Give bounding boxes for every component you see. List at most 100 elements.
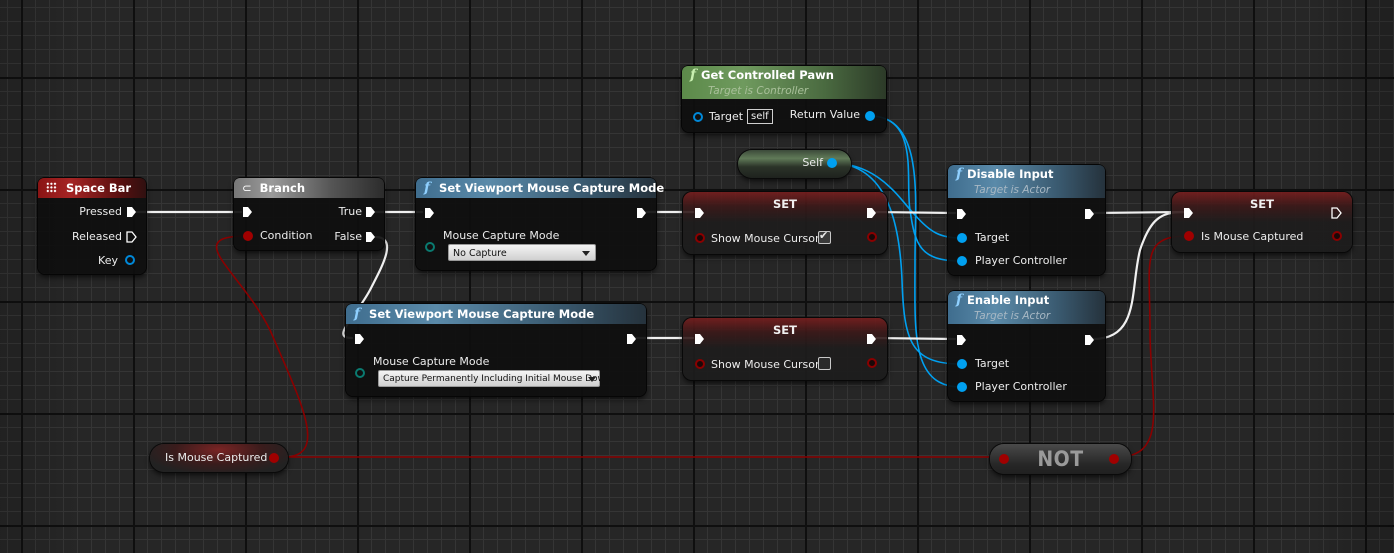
is-mouse-captured-label: Is Mouse Captured	[165, 451, 268, 464]
branch-exec-in-pin[interactable]	[242, 206, 253, 218]
node-title: SET	[1250, 197, 1274, 211]
exec-out-pin[interactable]	[1084, 208, 1095, 220]
function-icon: f	[424, 180, 431, 196]
exec-in-pin[interactable]	[354, 333, 365, 345]
show-mouse-cursor-checkbox[interactable]: ✔	[818, 229, 831, 244]
target-pin[interactable]	[957, 233, 967, 243]
exec-out-pin[interactable]	[866, 207, 877, 219]
set-capture-mode-node-bottom[interactable]: f Set Viewport Mouse Capture Mode Mouse …	[346, 304, 646, 396]
node-title: Disable Input	[967, 167, 1054, 181]
set-is-mouse-captured-node[interactable]: SET Is Mouse Captured	[1172, 192, 1352, 252]
key-pin-label: Key	[98, 254, 118, 267]
self-pin[interactable]	[827, 158, 837, 168]
mouse-capture-mode-label: Mouse Capture Mode	[443, 229, 560, 242]
exec-in-pin[interactable]	[1183, 207, 1194, 219]
exec-out-pin[interactable]	[636, 207, 647, 219]
space-bar-event-node[interactable]: Space Bar Pressed Released Key	[38, 178, 146, 274]
node-title: Set Viewport Mouse Capture Mode	[439, 181, 665, 195]
self-reference-node[interactable]: Self	[738, 150, 851, 178]
node-title: Space Bar	[66, 181, 132, 195]
node-subtitle: Target is Actor	[974, 184, 1051, 196]
show-mouse-cursor-checkbox[interactable]	[818, 357, 831, 370]
is-mouse-captured-out-pin[interactable]	[1332, 231, 1342, 241]
true-exec-pin[interactable]	[365, 206, 376, 218]
not-node[interactable]: NOT	[990, 444, 1131, 474]
set-capture-mode-node-top[interactable]: f Set Viewport Mouse Capture Mode Mouse …	[416, 178, 664, 270]
set-show-mouse-cursor-node-top[interactable]: SET Show Mouse Cursor ✔	[683, 192, 887, 254]
wire-set-top-to-disable[interactable]	[874, 210, 957, 215]
player-controller-pin[interactable]	[957, 256, 967, 266]
show-mouse-cursor-out-pin[interactable]	[867, 232, 877, 242]
exec-out-pin[interactable]	[866, 333, 877, 345]
branch-node[interactable]: ⊂ Branch True Condition False	[234, 178, 384, 250]
show-mouse-cursor-in-pin[interactable]	[695, 233, 705, 243]
function-icon: f	[956, 166, 963, 182]
target-default-value[interactable]: self	[747, 109, 773, 124]
node-subtitle: Target is Actor	[974, 310, 1051, 322]
get-is-mouse-captured-node[interactable]: Is Mouse Captured	[150, 444, 288, 472]
exec-in-pin[interactable]	[694, 333, 705, 345]
mouse-capture-mode-pin[interactable]	[425, 242, 435, 252]
get-controlled-pawn-node[interactable]: f Get Controlled Pawn Target is Controlle…	[682, 66, 886, 132]
key-pin[interactable]	[125, 255, 135, 265]
set-show-mouse-cursor-node-bottom[interactable]: SET Show Mouse Cursor	[683, 318, 887, 380]
wire-not-to-set-captured[interactable]	[1116, 235, 1189, 458]
condition-pin[interactable]	[243, 231, 253, 241]
target-pin-label: Target	[975, 231, 1010, 244]
exec-in-pin[interactable]	[694, 207, 705, 219]
released-exec-pin[interactable]	[126, 231, 137, 243]
node-header: f Get Controlled Pawn Target is Controlle…	[682, 66, 886, 99]
node-header: f Enable Input Target is Actor	[948, 291, 1105, 324]
false-exec-pin[interactable]	[365, 231, 376, 243]
exec-in-pin[interactable]	[424, 207, 435, 219]
return-value-pin[interactable]	[865, 111, 875, 121]
target-pin[interactable]	[957, 359, 967, 369]
exec-out-pin[interactable]	[1084, 334, 1095, 346]
exec-in-pin[interactable]	[956, 334, 967, 346]
false-pin-label: False	[334, 230, 362, 243]
checkmark-icon: ✔	[819, 229, 829, 242]
function-icon: f	[354, 306, 361, 322]
show-mouse-cursor-in-pin[interactable]	[695, 359, 705, 369]
enable-input-node[interactable]: f Enable Input Target is Actor Target Pla…	[948, 291, 1105, 401]
not-output-pin[interactable]	[1109, 454, 1119, 464]
node-subtitle: Target is Controller	[708, 85, 809, 97]
function-icon: f	[956, 292, 963, 308]
node-header: f Disable Input Target is Actor	[948, 165, 1105, 198]
node-title: SET	[773, 323, 797, 337]
node-header: ⊂ Branch	[234, 178, 384, 198]
is-mouse-captured-in-pin[interactable]	[1184, 231, 1194, 241]
player-controller-pin[interactable]	[957, 382, 967, 392]
target-pin[interactable]	[693, 112, 703, 122]
return-value-label: Return Value	[789, 108, 860, 121]
node-title: Enable Input	[967, 293, 1050, 307]
self-label: Self	[802, 156, 823, 169]
wire-set-bottom-to-enable[interactable]	[874, 336, 957, 341]
mouse-capture-mode-pin[interactable]	[355, 368, 365, 378]
mouse-capture-mode-label: Mouse Capture Mode	[373, 355, 490, 368]
chevron-down-icon	[582, 251, 590, 256]
exec-out-pin[interactable]	[626, 333, 637, 345]
wire-captured-to-condition[interactable]	[215, 235, 309, 458]
dropdown-value: Capture Permanently Including Initial Mo…	[383, 374, 611, 384]
exec-in-pin[interactable]	[956, 208, 967, 220]
target-pin-label: Target	[975, 357, 1010, 370]
node-title: SET	[773, 197, 797, 211]
true-pin-label: True	[338, 205, 362, 218]
wire-enable-to-set-captured[interactable]	[1091, 210, 1185, 341]
pressed-exec-pin[interactable]	[126, 206, 137, 218]
node-header: f Set Viewport Mouse Capture Mode	[416, 178, 664, 198]
dropdown-value: No Capture	[453, 248, 507, 259]
show-mouse-cursor-label: Show Mouse Cursor	[711, 232, 820, 245]
node-title: Branch	[259, 181, 306, 195]
show-mouse-cursor-out-pin[interactable]	[867, 358, 877, 368]
node-header: f Set Viewport Mouse Capture Mode	[346, 304, 646, 324]
exec-out-pin[interactable]	[1331, 207, 1342, 219]
disable-input-node[interactable]: f Disable Input Target is Actor Target Pl…	[948, 165, 1105, 275]
target-pin-label: Target	[709, 110, 744, 123]
is-mouse-captured-label: Is Mouse Captured	[1201, 230, 1304, 243]
mouse-capture-mode-dropdown[interactable]: Capture Permanently Including Initial Mo…	[378, 370, 611, 387]
mouse-capture-mode-dropdown[interactable]: No Capture	[448, 244, 596, 261]
is-mouse-captured-out-pin[interactable]	[269, 453, 279, 463]
condition-pin-label: Condition	[260, 229, 313, 242]
